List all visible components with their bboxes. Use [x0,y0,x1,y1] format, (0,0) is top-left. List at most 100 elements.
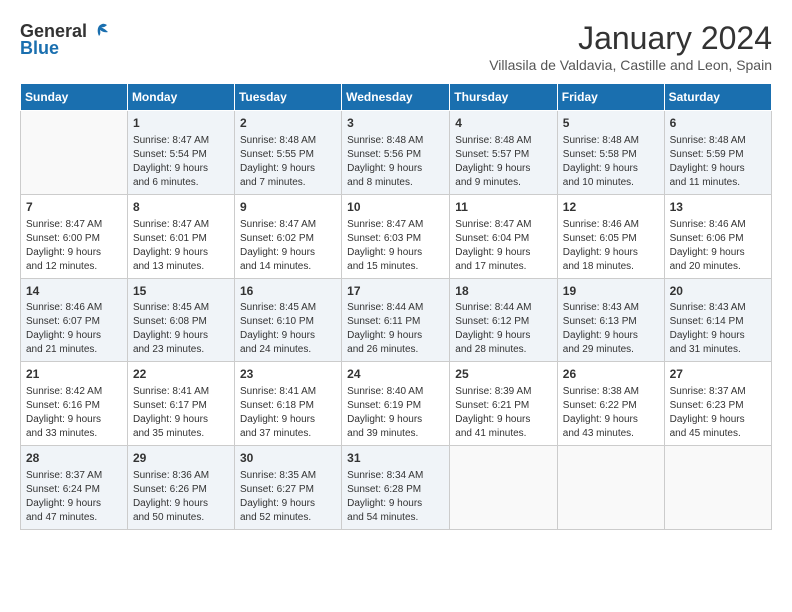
day-info-text: Daylight: 9 hours [347,413,444,427]
day-header-friday: Friday [557,84,664,111]
day-info-text: Sunset: 6:22 PM [563,399,659,413]
day-info-text: Sunset: 6:17 PM [133,399,229,413]
calendar-cell: 31Sunrise: 8:34 AMSunset: 6:28 PMDayligh… [342,446,450,530]
day-info-text: Daylight: 9 hours [240,497,336,511]
day-info-text: Sunrise: 8:44 AM [347,301,444,315]
day-number: 15 [133,283,229,300]
day-info-text: Sunset: 6:23 PM [670,399,766,413]
day-info-text: Sunrise: 8:47 AM [347,218,444,232]
calendar-cell: 5Sunrise: 8:48 AMSunset: 5:58 PMDaylight… [557,111,664,195]
day-number: 5 [563,115,659,132]
calendar-cell: 11Sunrise: 8:47 AMSunset: 6:04 PMDayligh… [450,194,558,278]
day-info-text: Sunset: 6:14 PM [670,315,766,329]
day-number: 2 [240,115,336,132]
day-info-text: Sunset: 6:13 PM [563,315,659,329]
day-info-text: Sunrise: 8:39 AM [455,385,552,399]
day-number: 31 [347,450,444,467]
day-info-text: Daylight: 9 hours [26,246,122,260]
day-info-text: and 18 minutes. [563,260,659,274]
day-info-text: Sunrise: 8:47 AM [26,218,122,232]
day-info-text: Daylight: 9 hours [455,413,552,427]
day-number: 14 [26,283,122,300]
day-info-text: and 35 minutes. [133,427,229,441]
day-info-text: Sunrise: 8:37 AM [26,469,122,483]
day-info-text: Sunrise: 8:42 AM [26,385,122,399]
calendar-cell: 29Sunrise: 8:36 AMSunset: 6:26 PMDayligh… [127,446,234,530]
day-info-text: Sunset: 6:10 PM [240,315,336,329]
day-info-text: Sunset: 5:57 PM [455,148,552,162]
day-number: 22 [133,366,229,383]
day-info-text: and 33 minutes. [26,427,122,441]
day-info-text: and 14 minutes. [240,260,336,274]
day-info-text: Sunrise: 8:45 AM [133,301,229,315]
calendar-cell: 28Sunrise: 8:37 AMSunset: 6:24 PMDayligh… [21,446,128,530]
day-header-saturday: Saturday [664,84,771,111]
day-info-text: Daylight: 9 hours [347,497,444,511]
day-info-text: Sunset: 6:16 PM [26,399,122,413]
calendar-cell: 10Sunrise: 8:47 AMSunset: 6:03 PMDayligh… [342,194,450,278]
day-info-text: Daylight: 9 hours [670,329,766,343]
calendar-week-row: 1Sunrise: 8:47 AMSunset: 5:54 PMDaylight… [21,111,772,195]
day-info-text: and 24 minutes. [240,343,336,357]
calendar-week-row: 14Sunrise: 8:46 AMSunset: 6:07 PMDayligh… [21,278,772,362]
calendar-cell: 30Sunrise: 8:35 AMSunset: 6:27 PMDayligh… [234,446,341,530]
calendar-cell: 2Sunrise: 8:48 AMSunset: 5:55 PMDaylight… [234,111,341,195]
day-info-text: Sunset: 5:59 PM [670,148,766,162]
day-info-text: Sunset: 6:05 PM [563,232,659,246]
calendar-cell [450,446,558,530]
day-info-text: Sunrise: 8:47 AM [240,218,336,232]
day-info-text: and 10 minutes. [563,176,659,190]
day-info-text: Sunrise: 8:47 AM [133,218,229,232]
day-number: 20 [670,283,766,300]
day-info-text: and 43 minutes. [563,427,659,441]
day-info-text: Daylight: 9 hours [133,246,229,260]
calendar-cell: 19Sunrise: 8:43 AMSunset: 6:13 PMDayligh… [557,278,664,362]
day-info-text: and 11 minutes. [670,176,766,190]
calendar-cell: 18Sunrise: 8:44 AMSunset: 6:12 PMDayligh… [450,278,558,362]
calendar-cell: 26Sunrise: 8:38 AMSunset: 6:22 PMDayligh… [557,362,664,446]
day-info-text: Sunset: 6:01 PM [133,232,229,246]
day-info-text: Daylight: 9 hours [240,162,336,176]
calendar-cell: 22 Sunrise: 8:41 AMSunset: 6:17 PMDayligh… [127,362,234,446]
day-info-text: and 28 minutes. [455,343,552,357]
day-info-text: Daylight: 9 hours [26,497,122,511]
day-info-text: Sunset: 6:08 PM [133,315,229,329]
day-info-text: Sunrise: 8:44 AM [455,301,552,315]
day-info-text: Daylight: 9 hours [563,162,659,176]
day-info-text: Daylight: 9 hours [455,162,552,176]
day-info-text: Daylight: 9 hours [670,162,766,176]
day-header-thursday: Thursday [450,84,558,111]
day-info-text: Daylight: 9 hours [455,329,552,343]
day-info-text: Sunrise: 8:41 AM [133,385,229,399]
day-info-text: Sunrise: 8:46 AM [670,218,766,232]
day-info-text: Daylight: 9 hours [133,413,229,427]
day-number: 10 [347,199,444,216]
day-info-text: and 15 minutes. [347,260,444,274]
calendar-cell: 20Sunrise: 8:43 AMSunset: 6:14 PMDayligh… [664,278,771,362]
day-info-text: Sunset: 6:02 PM [240,232,336,246]
day-info-text: Sunrise: 8:43 AM [563,301,659,315]
day-info-text: and 26 minutes. [347,343,444,357]
day-info-text: and 6 minutes. [133,176,229,190]
calendar-cell: 24Sunrise: 8:40 AMSunset: 6:19 PMDayligh… [342,362,450,446]
calendar-week-row: 28Sunrise: 8:37 AMSunset: 6:24 PMDayligh… [21,446,772,530]
day-info-text: Sunrise: 8:36 AM [133,469,229,483]
day-number: 1 [133,115,229,132]
day-number: 11 [455,199,552,216]
day-number: 30 [240,450,336,467]
day-info-text: Sunrise: 8:37 AM [670,385,766,399]
calendar-cell: 27Sunrise: 8:37 AMSunset: 6:23 PMDayligh… [664,362,771,446]
day-info-text: Sunset: 6:04 PM [455,232,552,246]
calendar-cell: 8Sunrise: 8:47 AMSunset: 6:01 PMDaylight… [127,194,234,278]
calendar-week-row: 7Sunrise: 8:47 AMSunset: 6:00 PMDaylight… [21,194,772,278]
day-number: 26 [563,366,659,383]
day-number: 27 [670,366,766,383]
days-header-row: SundayMondayTuesdayWednesdayThursdayFrid… [21,84,772,111]
day-info-text: and 17 minutes. [455,260,552,274]
calendar-cell: 23Sunrise: 8:41 AMSunset: 6:18 PMDayligh… [234,362,341,446]
day-number: 23 [240,366,336,383]
day-info-text: Daylight: 9 hours [670,246,766,260]
day-info-text: Sunrise: 8:48 AM [563,134,659,148]
day-info-text: Daylight: 9 hours [347,162,444,176]
day-info-text: Sunset: 6:19 PM [347,399,444,413]
